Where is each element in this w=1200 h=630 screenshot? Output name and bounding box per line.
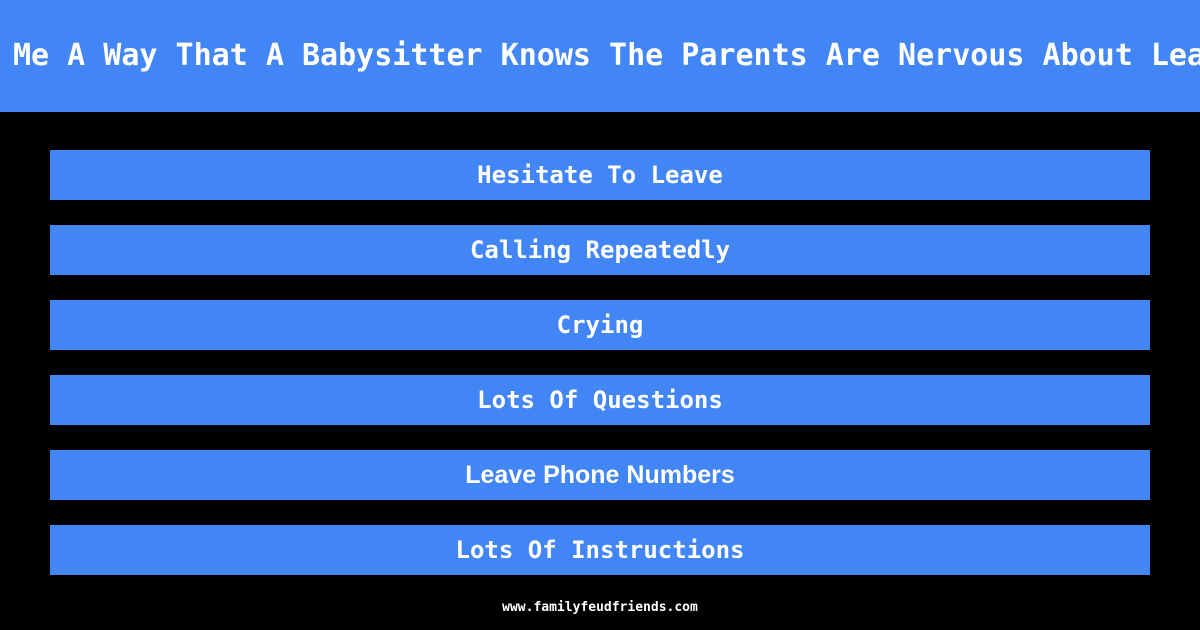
answer-label: Lots Of Instructions xyxy=(455,536,745,564)
answer-label: Calling Repeatedly xyxy=(469,236,731,264)
question-title: Tell Me A Way That A Babysitter Knows Th… xyxy=(0,38,1200,73)
site-url-label: www.familyfeudfriends.com xyxy=(502,600,698,615)
answer-label: Lots Of Questions xyxy=(477,386,723,414)
answer-row[interactable]: Hesitate To Leave xyxy=(50,150,1150,200)
answer-row[interactable]: Leave Phone Numbers xyxy=(50,450,1150,500)
page-root: Tell Me A Way That A Babysitter Knows Th… xyxy=(0,0,1200,630)
answer-list: Hesitate To Leave Calling Repeatedly Cry… xyxy=(50,150,1150,575)
answer-row[interactable]: Calling Repeatedly xyxy=(50,225,1150,275)
answer-label: Leave Phone Numbers xyxy=(465,460,735,489)
footer: www.familyfeudfriends.com xyxy=(0,596,1200,615)
answer-label: Crying xyxy=(556,311,644,339)
answer-label: Hesitate To Leave xyxy=(477,161,723,189)
answer-row[interactable]: Crying xyxy=(50,300,1150,350)
question-header-banner: Tell Me A Way That A Babysitter Knows Th… xyxy=(0,0,1200,112)
answer-row[interactable]: Lots Of Instructions xyxy=(50,525,1150,575)
answer-row[interactable]: Lots Of Questions xyxy=(50,375,1150,425)
